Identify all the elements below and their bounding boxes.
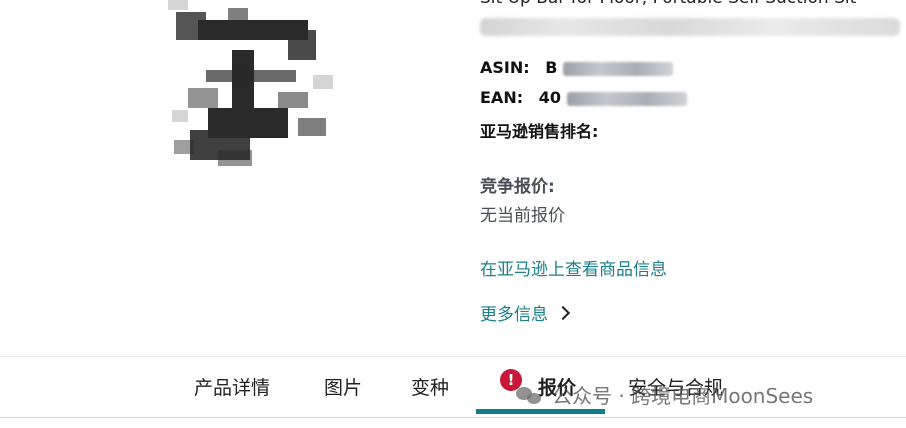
tab-product-details[interactable]: 产品详情 xyxy=(194,357,270,415)
offers-label: 竞争报价: xyxy=(480,177,555,197)
ean-redacted xyxy=(566,91,687,106)
asin-row: ASIN: B xyxy=(480,58,674,77)
wechat-icon xyxy=(516,385,542,405)
sales-rank-label: 亚马逊销售排名: xyxy=(480,122,599,141)
product-photo-icon xyxy=(168,0,333,166)
asin-label: ASIN: xyxy=(480,58,530,77)
more-info-label: 更多信息 xyxy=(480,305,548,325)
view-on-amazon-link[interactable]: 在亚马逊上查看商品信息 xyxy=(480,255,667,280)
tab-images[interactable]: 图片 xyxy=(324,357,362,415)
ean-label: EAN: xyxy=(480,88,524,107)
product-title: Sit Up Bar for Floor, Portable Self-Suct… xyxy=(480,0,856,8)
watermark-text: 公众号 · 跨境电商MoonSees xyxy=(552,384,814,408)
asin-value: B xyxy=(545,58,674,77)
tab-variations[interactable]: 变种 xyxy=(411,357,449,415)
asin-redacted xyxy=(563,61,674,76)
product-title-redacted xyxy=(480,18,900,36)
ean-row: EAN: 40 xyxy=(480,88,687,107)
watermark: 公众号 · 跨境电商MoonSees xyxy=(516,380,813,409)
product-image xyxy=(168,0,338,180)
chevron-right-icon xyxy=(555,305,571,321)
ean-value: 40 xyxy=(539,88,687,107)
active-tab-indicator xyxy=(476,409,605,414)
offers-value: 无当前报价 xyxy=(480,206,565,226)
more-info-link[interactable]: 更多信息 xyxy=(480,300,571,325)
